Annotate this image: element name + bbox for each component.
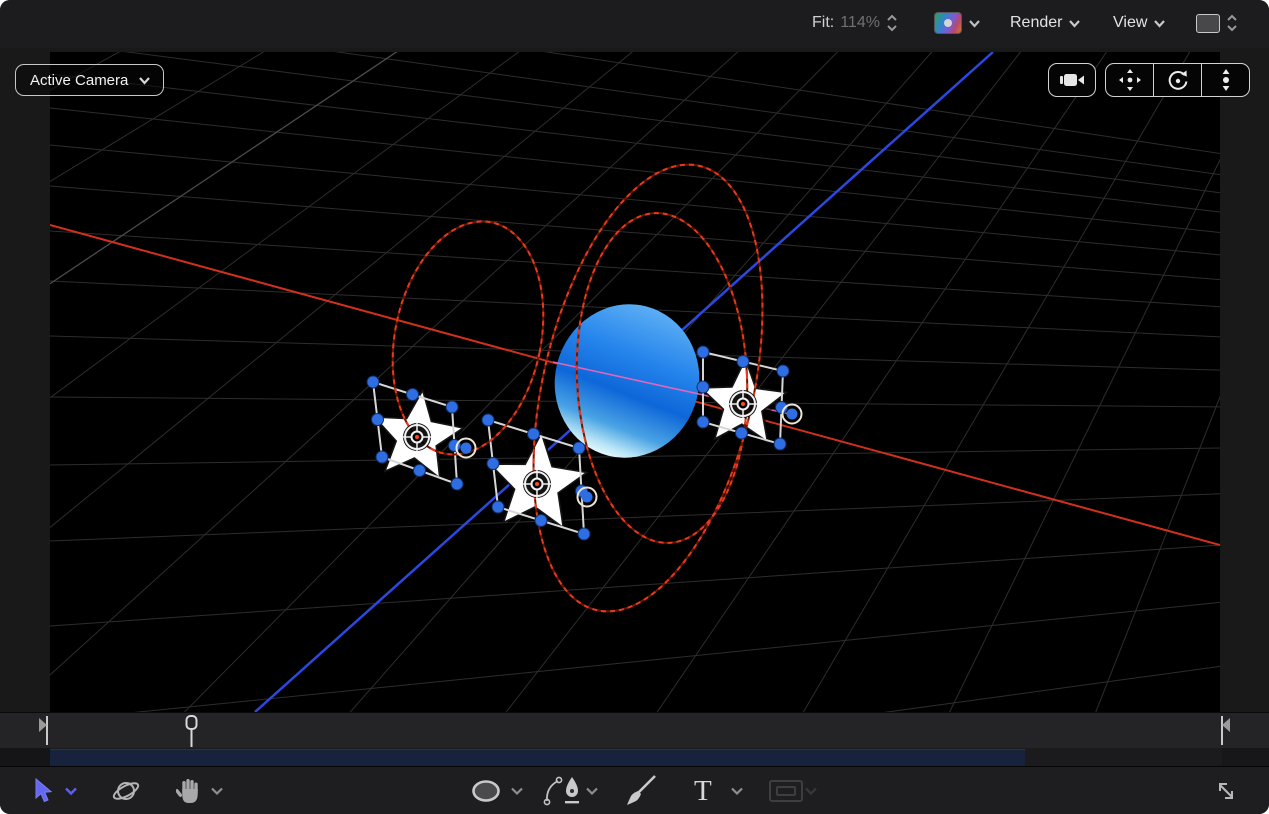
chevron-down-icon xyxy=(585,786,599,796)
zoom-level-control[interactable]: Fit: 114% xyxy=(812,0,898,46)
text-tool-glyph: T xyxy=(694,775,712,808)
color-channels-icon[interactable] xyxy=(934,12,962,34)
playhead[interactable] xyxy=(187,716,197,747)
color-channels-menu[interactable] xyxy=(934,0,981,46)
rotation-handle[interactable] xyxy=(787,409,798,420)
resize-handle[interactable] xyxy=(372,414,384,426)
pan-view-tool-button[interactable] xyxy=(176,767,202,814)
resize-handle[interactable] xyxy=(487,458,499,470)
resize-handle[interactable] xyxy=(777,365,789,377)
stepper-icon[interactable] xyxy=(886,13,898,33)
resize-handle[interactable] xyxy=(736,427,748,439)
resize-handle[interactable] xyxy=(482,414,494,426)
view-menu-label: View xyxy=(1113,14,1147,32)
resize-handle[interactable] xyxy=(578,528,590,540)
motion-canvas-window: Fit: 114% Render View xyxy=(0,0,1269,814)
chevron-down-icon xyxy=(210,786,224,796)
shape-tool-menu-chevron[interactable] xyxy=(510,767,524,814)
view-options-bar: Fit: 114% Render View xyxy=(0,0,1269,50)
resize-handle[interactable] xyxy=(697,346,709,358)
dolly-arrows-icon xyxy=(1214,68,1238,92)
display-select-control[interactable] xyxy=(1196,0,1238,46)
fit-label: Fit: xyxy=(812,14,834,32)
display-icon xyxy=(1196,14,1220,33)
tool-palette: T xyxy=(0,766,1269,814)
bezier-tool-button[interactable] xyxy=(542,767,584,814)
camera-nav-group xyxy=(1105,63,1250,97)
pan-arrows-icon xyxy=(1118,68,1142,92)
resize-handle[interactable] xyxy=(376,451,388,463)
ellipse-shape-icon xyxy=(470,778,502,804)
mini-timeline-leftcap xyxy=(0,748,50,766)
rectangle-mask-icon xyxy=(768,779,804,803)
mini-timeline-bar[interactable] xyxy=(50,749,1025,766)
rotation-handle[interactable] xyxy=(582,492,593,503)
shape-tool-button[interactable] xyxy=(470,767,502,814)
resize-handle[interactable] xyxy=(407,389,419,401)
dolly-camera-button[interactable] xyxy=(1201,64,1249,96)
mask-tool-menu-chevron-disabled xyxy=(804,767,818,814)
resize-handle[interactable] xyxy=(573,442,585,454)
resize-handle[interactable] xyxy=(492,501,504,513)
chevron-down-icon xyxy=(138,76,151,85)
mini-timeline-rightcap xyxy=(1222,748,1269,766)
chevron-down-icon xyxy=(804,786,818,796)
resize-handle[interactable] xyxy=(697,416,709,428)
expand-timeline-button[interactable] xyxy=(1212,767,1240,814)
camera-view-button[interactable] xyxy=(1048,63,1096,97)
select-tool-menu-chevron[interactable] xyxy=(64,767,78,814)
in-point-arrow-icon xyxy=(39,718,47,732)
resize-handle[interactable] xyxy=(414,465,426,477)
resize-handle[interactable] xyxy=(774,438,786,450)
select-arrow-icon xyxy=(32,778,54,804)
chevron-down-icon xyxy=(64,786,78,796)
chevron-down-icon xyxy=(510,786,524,796)
orbit-arrow-icon xyxy=(1166,68,1190,92)
video-camera-icon xyxy=(1059,72,1085,88)
sphere-object[interactable] xyxy=(539,289,716,473)
zoom-level-value[interactable]: 114% xyxy=(840,14,880,32)
resize-handle[interactable] xyxy=(737,356,749,368)
paint-stroke-tool-button[interactable] xyxy=(622,767,660,814)
camera-select-popup[interactable]: Active Camera xyxy=(15,64,164,96)
select-tool-button[interactable] xyxy=(32,767,54,814)
pen-bezier-icon xyxy=(542,775,584,807)
chevron-down-icon xyxy=(1153,19,1166,28)
view-menu[interactable]: View xyxy=(1113,0,1166,46)
resize-handle[interactable] xyxy=(446,401,458,413)
text-tool-button[interactable]: T xyxy=(694,767,712,814)
diagonal-resize-icon xyxy=(1212,777,1240,805)
viewport-area: Active Camera xyxy=(0,48,1269,712)
canvas-3d-scene[interactable] xyxy=(50,52,1220,712)
bezier-tool-menu-chevron[interactable] xyxy=(585,767,599,814)
orbit-camera-button[interactable] xyxy=(1153,64,1201,96)
brush-icon xyxy=(622,773,660,809)
out-point-arrow-icon xyxy=(1222,718,1230,732)
mask-tool-button-disabled xyxy=(768,767,804,814)
stepper-icon[interactable] xyxy=(1226,13,1238,33)
resize-handle[interactable] xyxy=(367,376,379,388)
rotation-handle[interactable] xyxy=(461,443,472,454)
hand-icon xyxy=(176,777,202,805)
camera-select-label: Active Camera xyxy=(30,72,128,89)
gyroscope-3d-icon xyxy=(110,776,142,806)
timeline-scrubber[interactable] xyxy=(0,712,1269,749)
resize-handle[interactable] xyxy=(451,478,463,490)
mini-timeline-row xyxy=(0,748,1269,766)
chevron-down-icon xyxy=(968,19,981,28)
text-tool-menu-chevron[interactable] xyxy=(730,767,744,814)
render-menu-label: Render xyxy=(1010,14,1062,32)
resize-handle[interactable] xyxy=(528,428,540,440)
render-menu[interactable]: Render xyxy=(1010,0,1081,46)
resize-handle[interactable] xyxy=(535,515,547,527)
chevron-down-icon xyxy=(730,786,744,796)
pan-tool-menu-chevron[interactable] xyxy=(210,767,224,814)
pan-camera-button[interactable] xyxy=(1106,64,1153,96)
chevron-down-icon xyxy=(1068,19,1081,28)
transform-3d-tool-button[interactable] xyxy=(110,767,142,814)
resize-handle[interactable] xyxy=(697,381,709,393)
